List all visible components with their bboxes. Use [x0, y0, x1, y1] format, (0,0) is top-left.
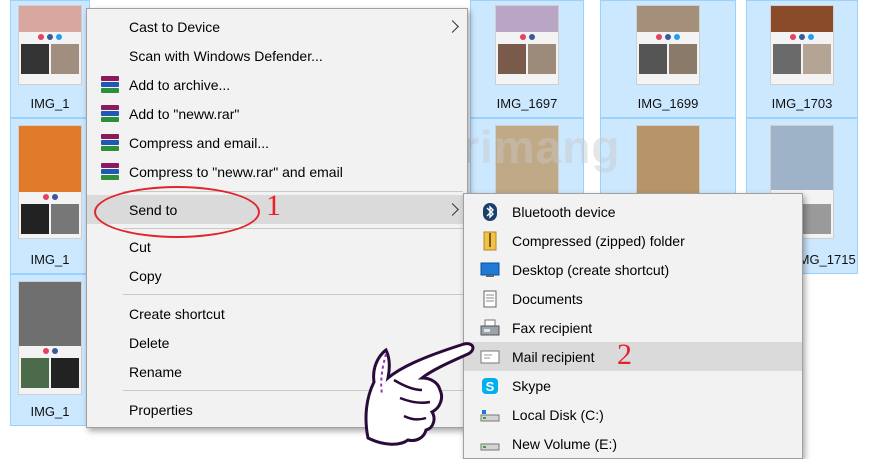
send-to-mail[interactable]: Mail recipient: [464, 342, 802, 371]
file-tile[interactable]: [470, 118, 584, 195]
menu-item-label: Documents: [512, 290, 583, 307]
winrar-icon: [100, 104, 120, 124]
menu-item-label: Compress to "neww.rar" and email: [129, 163, 343, 180]
menu-item-cut[interactable]: Cut: [87, 232, 467, 261]
send-to-submenu: Bluetooth device Compressed (zipped) fol…: [463, 193, 803, 459]
menu-item-label: Skype: [512, 377, 551, 394]
menu-item-label: Add to archive...: [129, 76, 231, 93]
menu-item-scan-defender[interactable]: Scan with Windows Defender...: [87, 41, 467, 70]
bluetooth-icon: [480, 202, 500, 222]
svg-text:S: S: [486, 379, 495, 394]
desktop-icon: [480, 260, 500, 280]
file-tile[interactable]: IMG_1: [10, 274, 90, 426]
thumbnail: [495, 5, 559, 85]
menu-item-label: Delete: [129, 334, 170, 351]
drive-icon: [480, 405, 500, 425]
file-tile[interactable]: IMG_1703: [746, 0, 858, 118]
file-tile[interactable]: IMG_1699: [600, 0, 736, 118]
thumbnail: [18, 125, 82, 239]
zip-folder-icon: [480, 231, 500, 251]
menu-item-label: Rename: [129, 363, 182, 380]
mail-icon: [480, 347, 500, 367]
send-to-skype[interactable]: S Skype: [464, 371, 802, 400]
pointing-hand-icon: [364, 342, 475, 446]
send-to-new-volume-e[interactable]: New Volume (E:): [464, 429, 802, 458]
file-tile[interactable]: IMG_1697: [470, 0, 584, 118]
winrar-icon: [100, 75, 120, 95]
file-tile[interactable]: IMG_1: [10, 0, 90, 118]
send-to-desktop[interactable]: Desktop (create shortcut): [464, 255, 802, 284]
file-name: IMG_1: [30, 252, 70, 267]
menu-item-label: Copy: [129, 267, 162, 284]
drive-icon: [480, 434, 500, 454]
menu-item-label: Local Disk (C:): [512, 406, 604, 423]
menu-item-add-to-rar[interactable]: Add to "neww.rar": [87, 99, 467, 128]
menu-item-label: Cut: [129, 238, 151, 255]
menu-item-label: Scan with Windows Defender...: [129, 47, 323, 64]
menu-item-copy[interactable]: Copy: [87, 261, 467, 290]
menu-item-label: Mail recipient: [512, 348, 595, 365]
thumbnail: [18, 5, 82, 85]
menu-item-label: Properties: [129, 401, 193, 418]
step-number-2: 2: [617, 338, 632, 371]
file-name: IMG_1: [30, 96, 70, 111]
menu-item-label: Desktop (create shortcut): [512, 261, 670, 278]
chevron-right-icon: [446, 20, 459, 33]
menu-item-compress-rar-email[interactable]: Compress to "neww.rar" and email: [87, 157, 467, 186]
menu-item-label: Cast to Device: [129, 18, 221, 35]
file-name: IMG_1697: [496, 96, 558, 111]
file-tile[interactable]: [600, 118, 736, 195]
menu-item-label: Compress and email...: [129, 134, 270, 151]
file-name: IMG_1699: [637, 96, 699, 111]
menu-item-compress-email[interactable]: Compress and email...: [87, 128, 467, 157]
thumbnail: [636, 125, 700, 195]
winrar-icon: [100, 162, 120, 182]
file-name: IMG_1703: [771, 96, 833, 111]
menu-item-label: Fax recipient: [512, 319, 593, 336]
file-tile[interactable]: IMG_1: [10, 118, 90, 274]
file-name: IMG_1715: [795, 252, 856, 267]
fax-icon: [480, 318, 500, 338]
send-to-documents[interactable]: Documents: [464, 284, 802, 313]
winrar-icon: [100, 133, 120, 153]
chevron-right-icon: [446, 203, 459, 216]
send-to-local-disk-c[interactable]: Local Disk (C:): [464, 400, 802, 429]
menu-separator: [123, 294, 463, 295]
menu-item-cast-to-device[interactable]: Cast to Device: [87, 12, 467, 41]
step-number-1: 1: [266, 189, 281, 222]
thumbnail: [495, 125, 559, 195]
thumbnail: [770, 5, 834, 85]
menu-item-label: Compressed (zipped) folder: [512, 232, 685, 249]
menu-item-label: Create shortcut: [129, 305, 225, 322]
menu-item-add-to-archive[interactable]: Add to archive...: [87, 70, 467, 99]
send-to-bluetooth[interactable]: Bluetooth device: [464, 197, 802, 226]
send-to-fax[interactable]: Fax recipient: [464, 313, 802, 342]
send-to-zip-folder[interactable]: Compressed (zipped) folder: [464, 226, 802, 255]
menu-item-label: Bluetooth device: [512, 203, 616, 220]
menu-item-label: Add to "neww.rar": [129, 105, 240, 122]
documents-icon: [480, 289, 500, 309]
menu-item-create-shortcut[interactable]: Create shortcut: [87, 299, 467, 328]
menu-item-label: New Volume (E:): [512, 435, 618, 452]
thumbnail: [636, 5, 700, 85]
highlight-ellipse: [94, 186, 260, 238]
thumbnail: [18, 281, 82, 395]
skype-icon: S: [480, 376, 500, 396]
file-name: IMG_1: [30, 404, 70, 419]
